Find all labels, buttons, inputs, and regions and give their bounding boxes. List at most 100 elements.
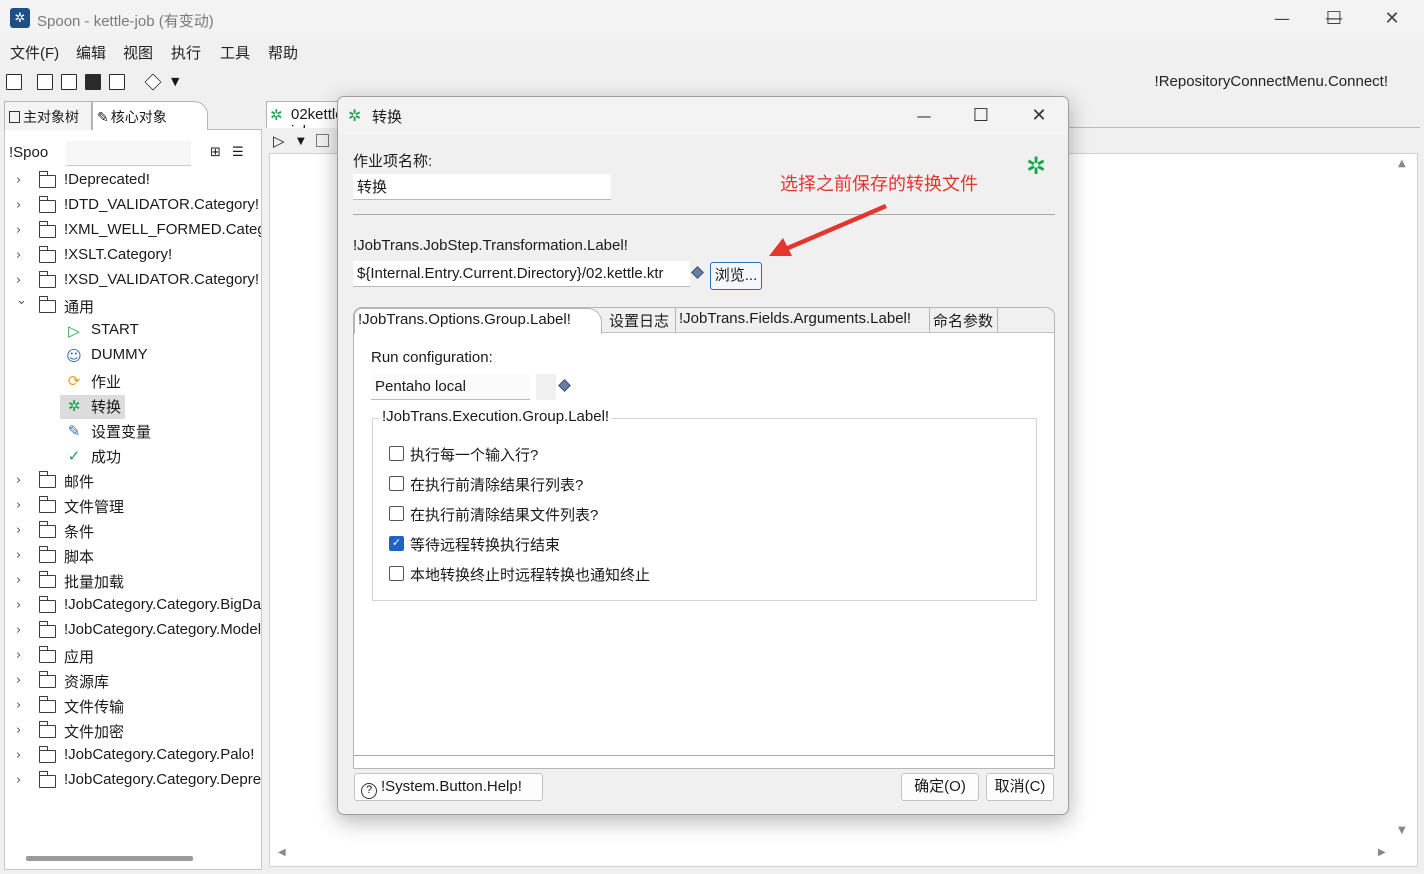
checkbox-icon[interactable]	[389, 506, 404, 521]
tab-core-objects[interactable]: ✎ 核心对象	[92, 101, 208, 130]
tree-item[interactable]: › 脚本	[16, 545, 261, 570]
run-configuration-dropdown-button[interactable]	[536, 374, 556, 400]
explore-repository-icon[interactable]	[61, 74, 77, 90]
chevron-right-icon[interactable]: ›	[16, 173, 28, 188]
checkbox-icon[interactable]	[389, 566, 404, 581]
window-maximize-button[interactable]: ☐	[1308, 0, 1360, 38]
chevron-right-icon[interactable]: ›	[16, 673, 28, 688]
step-icon: ✎	[67, 422, 81, 440]
help-button-label: !System.Button.Help!	[381, 778, 522, 795]
tree-item-label: 转换	[91, 399, 122, 416]
run-options-chevron-icon[interactable]: ▼	[297, 136, 305, 147]
dialog-maximize-button[interactable]: ☐	[952, 97, 1010, 135]
tree-item[interactable]: › !Deprecated!	[16, 170, 261, 195]
ok-button[interactable]: 确定(O)	[901, 773, 979, 801]
menu-run[interactable]: 执行	[171, 42, 201, 63]
browse-button[interactable]: 浏览...	[710, 262, 762, 290]
tree-item[interactable]: › 条件	[16, 520, 261, 545]
tree-item[interactable]: › !JobCategory.Category.Palo!	[16, 745, 261, 770]
tab-options[interactable]: !JobTrans.Options.Group.Label!	[354, 308, 602, 334]
chevron-right-icon[interactable]: ›	[16, 773, 28, 788]
tree-item[interactable]: › !XML_WELL_FORMED.Category!	[16, 220, 261, 245]
menu-edit[interactable]: 编辑	[76, 42, 106, 63]
collapse-all-icon[interactable]: ☰	[232, 145, 244, 160]
tree-item[interactable]: › !JobCategory.Category.Deprecated!	[16, 770, 261, 795]
tree-item[interactable]: › 资源库	[16, 670, 261, 695]
chevron-right-icon[interactable]: ›	[16, 723, 28, 738]
checkbox-checked-icon[interactable]: ✓	[389, 536, 404, 551]
menu-file[interactable]: 文件(F)	[10, 42, 59, 63]
tab-logging[interactable]: 设置日志	[606, 308, 676, 333]
new-file-icon[interactable]	[6, 74, 22, 90]
chevron-right-icon[interactable]: ›	[16, 548, 28, 563]
dialog-close-button[interactable]: ✕	[1010, 97, 1068, 135]
run-configuration-select[interactable]	[371, 374, 530, 400]
menu-help[interactable]: 帮助	[268, 42, 298, 63]
repository-connect-link[interactable]: !RepositoryConnectMenu.Connect!	[1155, 73, 1388, 90]
tree-item[interactable]: ☺ DUMMY	[16, 345, 261, 370]
window-close-button[interactable]: ✕	[1366, 0, 1418, 38]
tab-main-object-tree[interactable]: 主对象树	[4, 101, 92, 130]
save-as-icon[interactable]	[109, 74, 125, 90]
chevron-right-icon[interactable]: ›	[16, 573, 28, 588]
tab-arguments[interactable]: !JobTrans.Fields.Arguments.Label!	[676, 308, 930, 333]
chevron-right-icon[interactable]: ›	[16, 273, 28, 288]
chevron-right-icon[interactable]: ›	[16, 623, 28, 638]
scroll-down-icon[interactable]: ▼	[1398, 825, 1406, 836]
tree-item[interactable]: ⌄ 通用	[16, 293, 261, 320]
window-minimize-button-2[interactable]: —	[1256, 0, 1308, 38]
tree-item[interactable]: › 批量加载	[16, 570, 261, 595]
help-button[interactable]: ? !System.Button.Help!	[354, 773, 543, 801]
tree-item[interactable]: ✲ 转换	[16, 395, 261, 420]
tree-item[interactable]: › 文件传输	[16, 695, 261, 720]
chevron-right-icon[interactable]: ›	[16, 498, 28, 513]
tree-item[interactable]: › !XSLT.Category!	[16, 245, 261, 270]
chevron-right-icon[interactable]: ›	[16, 648, 28, 663]
open-file-icon[interactable]	[37, 74, 53, 90]
tree-item[interactable]: › 文件管理	[16, 495, 261, 520]
transformation-path-input[interactable]	[353, 261, 690, 287]
chevron-right-icon[interactable]: ›	[16, 473, 28, 488]
scroll-right-icon[interactable]: ▶	[1378, 847, 1386, 858]
chevron-down-icon[interactable]: ⌄	[16, 293, 28, 308]
tree-item[interactable]: › !DTD_VALIDATOR.Category!	[16, 195, 261, 220]
chevron-right-icon[interactable]: ›	[16, 223, 28, 238]
menu-bar: 文件(F) 编辑 视图 执行 工具 帮助	[0, 38, 1424, 64]
tree-item[interactable]: › 应用	[16, 645, 261, 670]
dialog-minimize-button[interactable]: —	[895, 97, 953, 135]
cancel-button[interactable]: 取消(C)	[986, 773, 1054, 801]
chevron-right-icon[interactable]: ›	[16, 198, 28, 213]
folder-icon	[38, 721, 56, 738]
stop-icon[interactable]	[316, 134, 329, 147]
save-icon[interactable]	[85, 74, 101, 90]
run-icon[interactable]: ▷	[273, 132, 285, 150]
tree-item[interactable]: › !JobCategory.Category.Modeling!	[16, 620, 261, 645]
tree-item[interactable]: ▷ START	[16, 320, 261, 345]
tree-item[interactable]: › 邮件	[16, 470, 261, 495]
chevron-right-icon[interactable]: ›	[16, 248, 28, 263]
chevron-right-icon[interactable]: ›	[16, 698, 28, 713]
layers-dropdown-chevron-icon[interactable]: ▼	[171, 75, 179, 88]
variable-icon	[691, 266, 704, 279]
tree-item[interactable]: ✎ 设置变量	[16, 420, 261, 445]
scroll-up-icon[interactable]: ▲	[1398, 158, 1406, 169]
chevron-right-icon[interactable]: ›	[16, 598, 28, 613]
menu-tools[interactable]: 工具	[220, 42, 250, 63]
chevron-right-icon[interactable]: ›	[16, 748, 28, 763]
menu-view[interactable]: 视图	[123, 42, 153, 63]
expand-all-icon[interactable]: ⊞	[210, 145, 221, 160]
checkbox-icon[interactable]	[389, 476, 404, 491]
tab-named-parameters[interactable]: 命名参数	[930, 308, 998, 333]
chevron-right-icon[interactable]: ›	[16, 523, 28, 538]
job-entry-name-input[interactable]	[353, 174, 611, 200]
tree-item[interactable]: › !XSD_VALIDATOR.Category!	[16, 270, 261, 295]
checkbox-icon[interactable]	[389, 446, 404, 461]
tree-item[interactable]: ⟳ 作业	[16, 370, 261, 395]
scroll-left-icon[interactable]: ◀	[278, 847, 286, 858]
tree-item[interactable]: ✓ 成功	[16, 445, 261, 470]
steps-search-input[interactable]	[66, 141, 191, 166]
left-horizontal-scrollbar[interactable]	[26, 856, 193, 861]
tree-item[interactable]: › 文件加密	[16, 720, 261, 745]
tree-item[interactable]: › !JobCategory.Category.BigData!	[16, 595, 261, 620]
layers-icon[interactable]	[144, 73, 162, 91]
